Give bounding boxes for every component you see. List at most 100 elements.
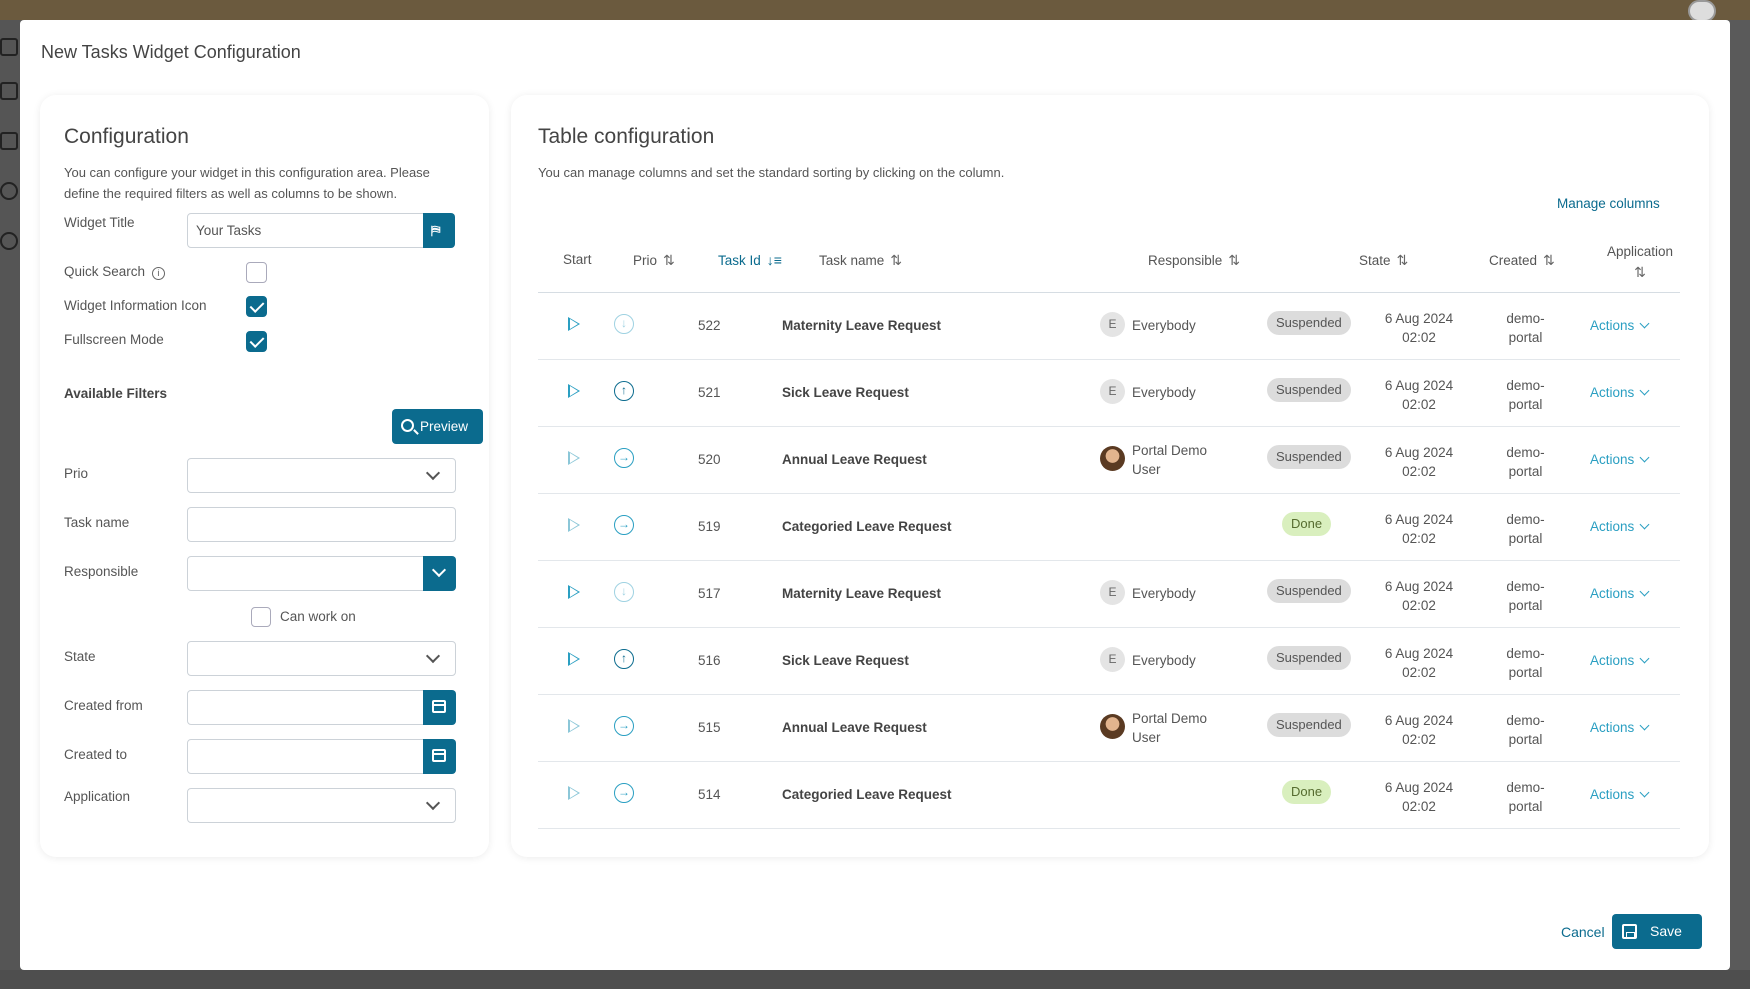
chevron-down-icon: [1639, 452, 1650, 463]
application-name: demo-portal: [1506, 579, 1545, 613]
chevron-down-icon: [431, 562, 447, 578]
table-row[interactable]: → 520 Annual Leave Request Portal Demo User S…: [538, 427, 1680, 494]
start-task-icon[interactable]: [568, 518, 580, 532]
actions-dropdown[interactable]: Actions: [1590, 720, 1650, 735]
task-id: 515: [698, 720, 721, 735]
table-row[interactable]: ↑ 521 Sick Leave Request E Everybody Suspende…: [538, 360, 1680, 427]
actions-dropdown[interactable]: Actions: [1590, 586, 1650, 601]
widget-info-label: Widget Information Icon: [64, 298, 207, 313]
column-header-start[interactable]: Start: [563, 252, 592, 267]
configuration-heading: Configuration: [64, 125, 189, 148]
calendar-icon: [432, 749, 446, 762]
start-task-icon[interactable]: [568, 384, 580, 398]
actions-dropdown[interactable]: Actions: [1590, 653, 1650, 668]
responsible-name: Everybody: [1132, 586, 1196, 601]
column-header-state[interactable]: State ⇅: [1359, 252, 1408, 269]
responsible-name: Everybody: [1132, 653, 1196, 668]
translate-icon: ⛿: [431, 223, 441, 238]
arrow-down-circle-icon: ↓: [614, 314, 634, 334]
task-name: Sick Leave Request: [782, 653, 909, 668]
chevron-down-icon: [1639, 720, 1650, 731]
actions-dropdown[interactable]: Actions: [1590, 452, 1650, 467]
application-name: demo-portal: [1506, 311, 1545, 345]
widget-info-checkbox[interactable]: [246, 296, 267, 317]
application-filter-select[interactable]: [187, 788, 456, 823]
status-badge: Suspended: [1267, 378, 1351, 402]
table-configuration-heading: Table configuration: [538, 125, 715, 148]
created-from-calendar-button[interactable]: [423, 690, 456, 725]
fullscreen-label: Fullscreen Mode: [64, 332, 164, 347]
start-task-icon[interactable]: [568, 786, 580, 800]
responsible-name: Portal Demo User: [1132, 443, 1208, 477]
created-from-input[interactable]: [187, 690, 424, 725]
task-id: 522: [698, 318, 721, 333]
table-row[interactable]: ↓ 522 Maternity Leave Request E Everybody Sus…: [538, 293, 1680, 360]
task-id: 521: [698, 385, 721, 400]
start-task-icon[interactable]: [568, 719, 580, 733]
column-header-responsible[interactable]: Responsible ⇅: [1148, 252, 1240, 269]
widget-title-input[interactable]: Your Tasks: [187, 213, 424, 248]
prio-filter-select[interactable]: [187, 458, 456, 493]
task-name: Maternity Leave Request: [782, 318, 942, 333]
can-work-on-checkbox[interactable]: [251, 607, 271, 627]
fullscreen-checkbox[interactable]: [246, 331, 267, 352]
chevron-down-icon: [1639, 318, 1650, 329]
task-name: Categoried Leave Request: [782, 787, 952, 802]
start-task-icon[interactable]: [568, 585, 580, 599]
quick-search-label: Quick Search i: [64, 264, 165, 280]
actions-dropdown[interactable]: Actions: [1590, 318, 1650, 333]
sort-descending-icon: ↓≡: [766, 252, 782, 268]
status-badge: Done: [1282, 512, 1332, 536]
avatar: E: [1100, 647, 1125, 672]
start-task-icon[interactable]: [568, 317, 580, 331]
status-badge: Suspended: [1267, 579, 1351, 603]
sort-icon: ⇅: [1228, 252, 1241, 268]
table-row[interactable]: → 519 Categoried Leave Request Done 6 Aug 20…: [538, 494, 1680, 561]
arrow-right-circle-icon: →: [614, 448, 634, 468]
translate-button[interactable]: ⛿: [423, 213, 455, 248]
info-icon: [0, 232, 18, 250]
column-header-prio[interactable]: Prio ⇅: [633, 252, 675, 269]
column-header-application[interactable]: Application ⇅: [1605, 242, 1675, 283]
created-to-input[interactable]: [187, 739, 424, 774]
column-header-task-id[interactable]: Task Id ↓≡: [718, 252, 782, 268]
sort-icon: ⇅: [663, 252, 675, 268]
application-name: demo-portal: [1506, 780, 1545, 814]
column-header-created[interactable]: Created ⇅: [1489, 252, 1555, 269]
responsible-filter-input[interactable]: [187, 556, 424, 591]
start-task-icon[interactable]: [568, 451, 580, 465]
task-id: 516: [698, 653, 721, 668]
table-row[interactable]: ↓ 517 Maternity Leave Request E Everybody Sus…: [538, 561, 1680, 628]
table-row[interactable]: → 514 Categoried Leave Request Done 6 Aug 20…: [538, 762, 1680, 829]
status-badge: Suspended: [1267, 445, 1351, 469]
preview-button[interactable]: Preview: [392, 409, 483, 444]
actions-dropdown[interactable]: Actions: [1590, 519, 1650, 534]
task-id: 514: [698, 787, 721, 802]
responsible-dropdown-button[interactable]: [423, 556, 456, 591]
status-badge: Suspended: [1267, 646, 1351, 670]
task-name-filter-input[interactable]: [187, 507, 456, 542]
application-name: demo-portal: [1506, 445, 1545, 479]
state-filter-select[interactable]: [187, 641, 456, 676]
table-row[interactable]: → 515 Annual Leave Request Portal Demo User S…: [538, 695, 1680, 762]
start-task-icon[interactable]: [568, 652, 580, 666]
actions-dropdown[interactable]: Actions: [1590, 787, 1650, 802]
avatar: [1100, 446, 1125, 471]
column-header-task-name[interactable]: Task name ⇅: [819, 252, 902, 269]
created-to-calendar-button[interactable]: [423, 739, 456, 774]
chevron-down-icon: [425, 648, 441, 664]
save-button[interactable]: Save: [1612, 914, 1702, 949]
table-row[interactable]: ↑ 516 Sick Leave Request E Everybody Suspende…: [538, 628, 1680, 695]
application-name: demo-portal: [1506, 713, 1545, 747]
quick-search-checkbox[interactable]: [246, 262, 267, 283]
created-from-label: Created from: [64, 698, 143, 713]
created-date: 6 Aug 2024 02:02: [1384, 311, 1454, 345]
arrow-down-circle-icon: ↓: [614, 582, 634, 602]
cancel-button[interactable]: Cancel: [1561, 924, 1605, 940]
chevron-down-icon: [1639, 653, 1650, 664]
actions-dropdown[interactable]: Actions: [1590, 385, 1650, 400]
edit-icon: [0, 38, 18, 56]
chevron-down-icon: [1639, 385, 1650, 396]
background-right: [1730, 20, 1750, 989]
manage-columns-link[interactable]: Manage columns: [1557, 196, 1660, 211]
